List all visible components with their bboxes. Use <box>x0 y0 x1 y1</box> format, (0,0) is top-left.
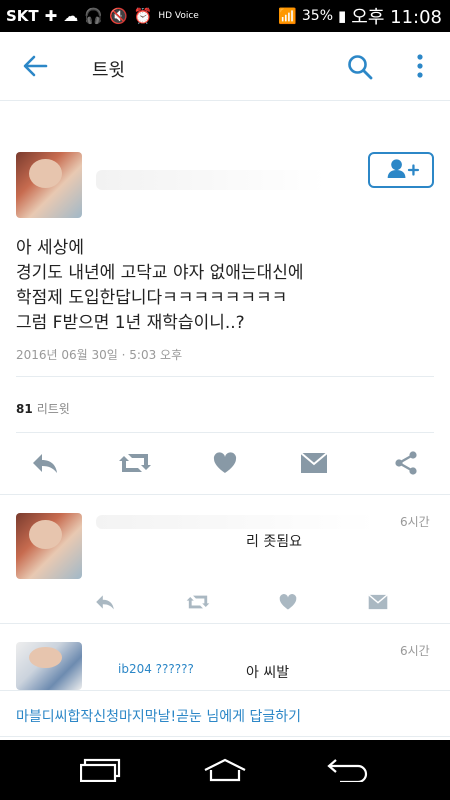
reply-time: 6시간 <box>400 644 430 658</box>
status-bar: SKT ✚ ☁ 🎧 🔇 ⏰ HD Voice 📶 35% ▮ 오후 11:08 <box>0 0 450 32</box>
author-name-redacted <box>96 170 326 190</box>
reply-item[interactable]: 6시간 리 좃됨요 <box>0 495 450 623</box>
home-icon[interactable] <box>203 758 247 782</box>
wifi-icon: 📶 <box>278 7 297 25</box>
share-icon[interactable] <box>393 450 419 476</box>
search-icon[interactable] <box>347 54 373 80</box>
plus-icon: ✚ <box>44 6 58 25</box>
like-icon[interactable] <box>278 593 298 611</box>
reply-author-redacted <box>96 515 376 529</box>
previous-tweet-fragment <box>60 122 310 132</box>
hd-voice-icon: HD Voice <box>158 10 199 21</box>
page-title: 트윗 <box>92 60 126 81</box>
battery-icon: ▮ <box>338 7 347 25</box>
reply-to-prompt[interactable]: 마블디씨합작신청마지막날!곧눈 님에게 답글하기 <box>16 706 301 726</box>
retweet-icon[interactable] <box>186 593 210 611</box>
reply-avatar[interactable] <box>16 642 82 690</box>
add-user-icon <box>387 159 420 178</box>
alarm-icon: ⏰ <box>133 6 153 25</box>
app-bar: 트윗 <box>0 32 450 101</box>
reply-avatar[interactable] <box>16 513 82 579</box>
recent-apps-icon[interactable] <box>80 758 124 782</box>
back-icon[interactable] <box>326 758 370 782</box>
clock: 오후 11:08 <box>351 7 442 28</box>
cloud-icon: ☁ <box>63 6 79 25</box>
retweet-label: 리트윗 <box>36 402 70 416</box>
retweet-number: 81 <box>16 402 33 416</box>
mute-icon: 🔇 <box>108 6 128 25</box>
tweet-timestamp: 2016년 06월 30일 · 5:03 오후 <box>16 348 183 362</box>
author-avatar[interactable] <box>16 152 82 218</box>
headset-icon: 🎧 <box>84 6 103 25</box>
like-icon[interactable] <box>212 451 238 475</box>
more-vertical-icon[interactable] <box>413 52 427 82</box>
divider <box>16 432 434 433</box>
back-arrow-icon[interactable] <box>22 54 48 78</box>
battery-label: 35% <box>301 8 334 24</box>
carrier-label: SKT <box>6 7 39 25</box>
retweet-icon[interactable] <box>118 451 152 475</box>
reply-time: 6시간 <box>400 515 430 529</box>
retweet-count[interactable]: 81 리트윗 <box>16 400 70 417</box>
reply-text: 리 좃됨요 <box>246 534 302 550</box>
follow-button[interactable] <box>368 152 434 188</box>
divider <box>16 376 434 377</box>
section-divider <box>0 690 450 691</box>
dm-icon[interactable] <box>300 451 328 475</box>
reply-item[interactable]: 6시간 ib204 ?????? 아 씨발 <box>0 624 450 690</box>
tweet-detail: 아 세상에 경기도 내년에 고닥교 야자 없애는대신에 학점제 도입한답니다ㅋㅋ… <box>0 100 450 740</box>
dm-icon[interactable] <box>368 593 388 611</box>
reply-handle-partial: ib204 ?????? <box>118 662 194 676</box>
section-divider <box>0 736 450 737</box>
tweet-text: 아 세상에 경기도 내년에 고닥교 야자 없애는대신에 학점제 도입한답니다ㅋㅋ… <box>16 238 304 333</box>
reply-icon[interactable] <box>30 451 60 475</box>
system-nav-bar <box>0 740 450 800</box>
reply-text: 아 씨발 <box>246 665 290 681</box>
reply-icon[interactable] <box>94 593 116 611</box>
